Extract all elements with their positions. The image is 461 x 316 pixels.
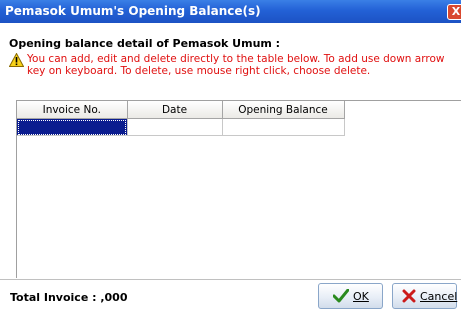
checkmark-icon bbox=[333, 289, 349, 303]
instruction-message: You can add, edit and delete directly to… bbox=[27, 53, 445, 77]
x-icon bbox=[402, 289, 416, 303]
footer-divider bbox=[0, 279, 461, 280]
invoice-table: Invoice No. Date Opening Balance bbox=[17, 101, 345, 136]
window-title: Pemasok Umum's Opening Balance(s) bbox=[5, 4, 261, 18]
detail-heading: Opening balance detail of Pemasok Umum : bbox=[9, 37, 281, 50]
title-bar: Pemasok Umum's Opening Balance(s) X bbox=[0, 0, 461, 23]
cell-invoice-no[interactable] bbox=[17, 118, 128, 136]
column-header-opening-balance[interactable]: Opening Balance bbox=[222, 101, 345, 119]
total-invoice: Total Invoice : ,000 bbox=[10, 291, 128, 304]
close-button[interactable]: X bbox=[447, 4, 461, 20]
table-header-row: Invoice No. Date Opening Balance bbox=[17, 101, 345, 119]
cell-date[interactable] bbox=[127, 118, 223, 136]
table-row[interactable] bbox=[17, 118, 345, 136]
ok-label: OK bbox=[353, 290, 369, 303]
column-header-invoice-no[interactable]: Invoice No. bbox=[17, 101, 128, 119]
column-header-date[interactable]: Date bbox=[127, 101, 223, 119]
close-icon: X bbox=[451, 5, 461, 18]
cell-opening-balance[interactable] bbox=[222, 118, 345, 136]
ok-button[interactable]: OK bbox=[318, 283, 383, 309]
warning-icon bbox=[9, 53, 24, 67]
cancel-button[interactable]: Cancel bbox=[392, 283, 457, 309]
opening-balance-grid[interactable]: Invoice No. Date Opening Balance bbox=[16, 100, 461, 278]
cancel-label: Cancel bbox=[420, 290, 458, 303]
